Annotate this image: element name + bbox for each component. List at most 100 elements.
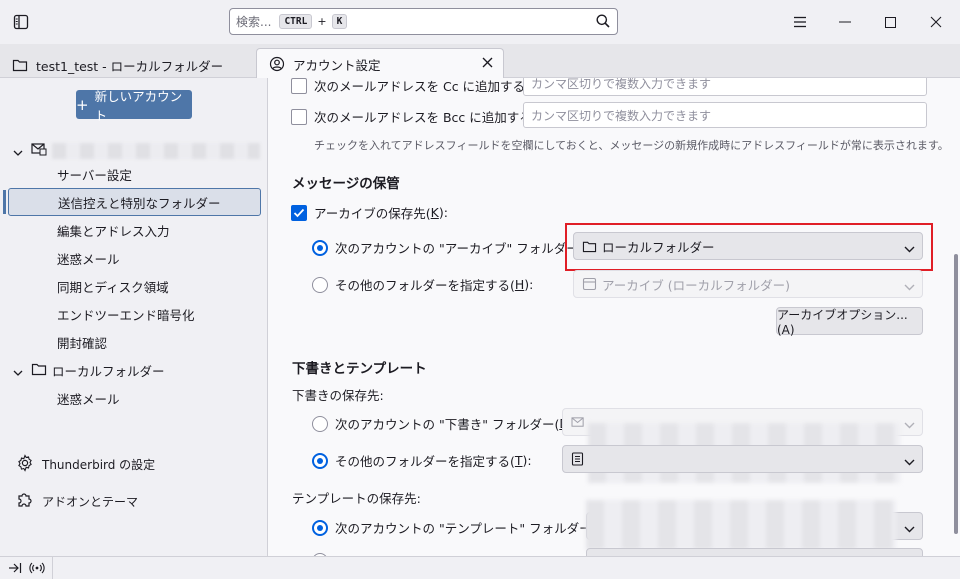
cc-placeholder: カンマ区切りで複数入力できます [531, 78, 712, 91]
sidebar-item-junk[interactable]: 迷惑メール [8, 244, 261, 272]
sidebar-item-label: 開封確認 [57, 335, 108, 351]
sidebar-item-label: 送信控えと特別なフォルダー [58, 195, 221, 211]
title-bar: 検索... CTRL + K [0, 0, 960, 44]
tab-account-settings[interactable]: アカウント設定 [256, 48, 504, 79]
cc-checkbox[interactable] [291, 78, 307, 94]
bcc-label-pre: 次のメールアドレスを Bcc に追加する( [314, 110, 537, 125]
addons-label: アドオンとテーマ [42, 494, 139, 509]
thunderbird-settings-link[interactable]: Thunderbird の設定 [16, 452, 155, 476]
templates-radio1-pre: 次のアカウントの "テンプレート" フォルダー( [335, 521, 597, 536]
search-icon[interactable] [596, 14, 610, 31]
sidebar-item-local-junk[interactable]: 迷惑メール [8, 384, 261, 412]
checkmark-icon [293, 208, 305, 217]
archive-radio-other[interactable] [312, 276, 328, 293]
sidebar-item-copies-folders[interactable]: 送信控えと特別なフォルダー [8, 188, 261, 216]
tab-label: test1_test - ローカルフォルダー [36, 58, 224, 74]
close-window-icon[interactable] [921, 8, 951, 36]
chevron-down-icon [904, 417, 915, 432]
archive-options-button[interactable]: アーカイブオプション...(A) [776, 307, 923, 337]
bcc-checkbox[interactable] [291, 108, 307, 125]
mail-account-icon [31, 142, 47, 159]
sidebar-item-label: 同期とディスク領域 [57, 279, 169, 295]
sidebar-item-e2e-encryption[interactable]: エンドツーエンド暗号化 [8, 300, 261, 328]
account-settings-icon [269, 56, 285, 72]
sidebar-item-return-receipts[interactable]: 開封確認 [8, 328, 261, 356]
maximize-icon[interactable] [875, 8, 905, 36]
drafts-radio-other[interactable] [312, 452, 328, 469]
sidebar-toggle-icon[interactable] [10, 12, 32, 32]
redacted-area [586, 500, 896, 550]
archive-radio-account-row: 次のアカウントの "アーカイブ" フォルダー(N): [312, 238, 602, 257]
cc-input[interactable]: カンマ区切りで複数入力できます [523, 78, 927, 96]
sidebar-item-sync-storage[interactable]: 同期とディスク領域 [8, 272, 261, 300]
address-hint: チェックを入れてアドレスフィールドを空欄にしておくと、メッセージの新規作成時にア… [314, 139, 949, 152]
templates-other-select[interactable] [586, 548, 923, 556]
drafts-section-title: 下書きとテンプレート [292, 361, 427, 377]
drafts-radio-account[interactable] [312, 415, 328, 432]
highlight-box [565, 223, 933, 271]
templates-radio-account-row: 次のアカウントの "テンプレート" フォルダー(M): [312, 518, 616, 537]
bcc-placeholder: カンマ区切りで複数入力できます [531, 108, 712, 123]
chevron-down-icon[interactable] [13, 145, 23, 160]
account-settings-pane: 次のメールアドレスを Cc に追加する(C): カンマ区切りで複数入力できます … [268, 78, 960, 556]
archive-radio2-post: ): [524, 277, 534, 292]
chevron-down-icon[interactable] [13, 365, 23, 380]
document-icon [571, 452, 584, 466]
bcc-input[interactable]: カンマ区切りで複数入力できます [523, 102, 927, 128]
scrollbar[interactable] [954, 254, 958, 534]
drafts-radio1-pre: 次のアカウントの "下書き" フォルダー( [335, 417, 560, 432]
tab-bar: test1_test - ローカルフォルダー アカウント設定 [0, 44, 960, 80]
archive-accesskey: K [430, 205, 439, 220]
drafts-label: 下書きの保存先: [292, 388, 384, 403]
status-bar [0, 556, 960, 579]
archive-section-title: メッセージの保管 [292, 176, 400, 192]
minimize-icon[interactable] [830, 8, 860, 36]
archive-checkbox-row: アーカイブの保存先(K): [291, 203, 448, 222]
collapse-pane-icon[interactable] [8, 561, 22, 578]
archive-options-label: アーカイブオプション...(A) [777, 307, 908, 337]
addons-themes-link[interactable]: アドオンとテーマ [16, 489, 138, 513]
sidebar-item-server-settings[interactable]: サーバー設定 [8, 160, 261, 188]
search-input[interactable]: 検索... CTRL + K [229, 8, 618, 35]
archive-radio-other-row: その他のフォルダーを指定する(H): [312, 275, 533, 294]
mail-account-icon [571, 416, 586, 429]
plus-icon: + [76, 95, 89, 114]
shortcut-key-k: K [331, 14, 348, 29]
archive-radio2-accesskey: H [514, 277, 525, 292]
drafts-folder-select[interactable] [562, 445, 923, 473]
cc-row: 次のメールアドレスを Cc に追加する(C): [291, 78, 548, 95]
chevron-down-icon [904, 454, 915, 469]
archive-other-folder-value: アーカイブ (ローカルフォルダー) [602, 277, 790, 293]
bcc-row: 次のメールアドレスを Bcc に追加する(B): [291, 107, 554, 126]
archive-other-folder-select[interactable]: アーカイブ (ローカルフォルダー) [573, 270, 923, 298]
local-folder-label: ローカルフォルダー [52, 363, 165, 379]
sidebar-item-label: エンドツーエンド暗号化 [57, 307, 195, 323]
close-tab-icon[interactable] [482, 56, 493, 72]
archive-folder-icon [582, 277, 597, 291]
shortcut-plus: + [317, 15, 327, 28]
selection-indicator [3, 190, 6, 214]
archive-radio1-pre: 次のアカウントの "アーカイブ" フォルダー( [335, 241, 584, 256]
online-status-icon[interactable] [29, 561, 45, 578]
settings-label: Thunderbird の設定 [42, 457, 156, 472]
templates-radio-account[interactable] [312, 519, 328, 536]
account-sidebar: + 新しいアカウント サーバー設定 送信控えと特別なフォルダー 編集とアドレス入… [0, 78, 268, 556]
archive-checkbox-post: ): [438, 205, 448, 220]
app-menu-icon[interactable] [785, 8, 815, 36]
gear-icon [16, 453, 34, 475]
folder-icon [12, 58, 28, 72]
tab-folder[interactable]: test1_test - ローカルフォルダー [0, 50, 254, 80]
archive-radio-account[interactable] [312, 239, 328, 256]
new-account-label: 新しいアカウント [94, 88, 183, 123]
sidebar-item-composition[interactable]: 編集とアドレス入力 [8, 216, 261, 244]
new-account-button[interactable]: + 新しいアカウント [76, 89, 192, 123]
local-folder-tree-row[interactable]: ローカルフォルダー [0, 356, 268, 384]
chevron-down-icon [904, 521, 915, 536]
archive-checkbox-pre: アーカイブの保存先( [314, 206, 431, 221]
archive-checkbox[interactable] [291, 204, 307, 221]
cc-label: 次のメールアドレスを Cc に追加する(C): [314, 79, 548, 94]
sidebar-item-label: サーバー設定 [57, 167, 132, 183]
shortcut-key-ctrl: CTRL [279, 14, 313, 29]
drafts-radio-account-row: 次のアカウントの "下書き" フォルダー(D): [312, 414, 578, 433]
drafts-radio-other-row: その他のフォルダーを指定する(T): [312, 451, 532, 470]
